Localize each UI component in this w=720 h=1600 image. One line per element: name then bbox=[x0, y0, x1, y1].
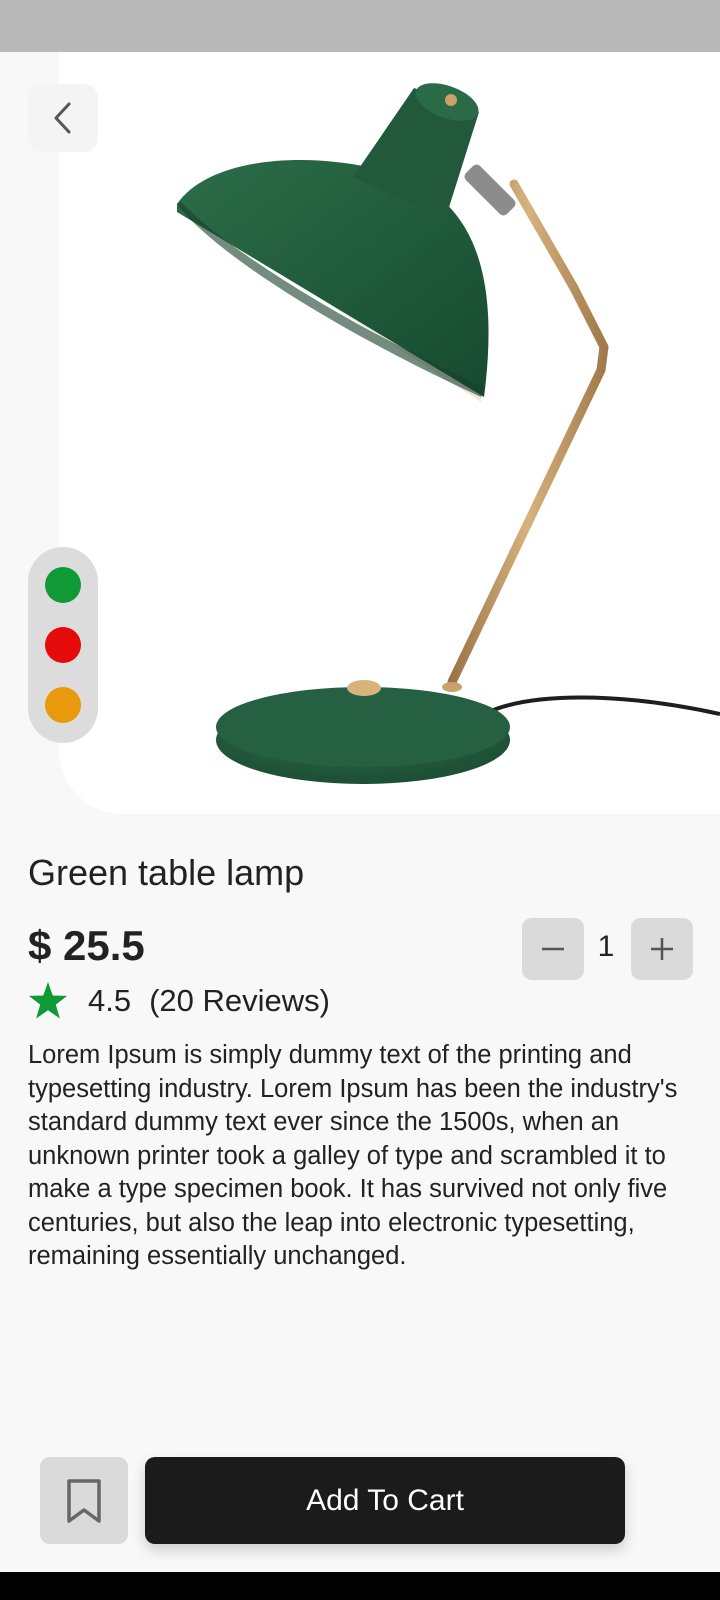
add-to-cart-button[interactable]: Add To Cart bbox=[145, 1457, 625, 1544]
minus-icon bbox=[542, 947, 564, 951]
star-icon bbox=[28, 982, 68, 1019]
bookmark-icon bbox=[67, 1478, 101, 1523]
product-title: Green table lamp bbox=[28, 852, 305, 893]
color-swatch-green[interactable] bbox=[45, 567, 81, 603]
status-bar bbox=[0, 0, 720, 52]
color-swatch-red[interactable] bbox=[45, 627, 81, 663]
product-price: $ 25.5 bbox=[28, 922, 145, 969]
quantity-value: 1 bbox=[597, 930, 615, 963]
color-picker bbox=[28, 547, 98, 743]
rating-row: 4.5 (20 Reviews) bbox=[28, 980, 330, 1022]
product-description: Lorem Ipsum is simply dummy text of the … bbox=[28, 1041, 678, 1270]
color-swatch-orange[interactable] bbox=[45, 687, 81, 723]
back-button[interactable] bbox=[28, 84, 98, 152]
plus-icon bbox=[651, 938, 673, 960]
system-nav-bar bbox=[0, 1572, 720, 1600]
chevron-left-icon bbox=[54, 102, 71, 134]
lamp-image bbox=[177, 83, 720, 784]
bookmark-button[interactable] bbox=[40, 1457, 128, 1544]
increment-button[interactable] bbox=[631, 918, 693, 980]
review-count: (20 Reviews) bbox=[149, 983, 330, 1018]
product-detail-screen: Green table lamp $ 25.5 1 4.5 (20 Review… bbox=[0, 0, 720, 1600]
product-image-panel bbox=[59, 52, 720, 814]
decrement-button[interactable] bbox=[522, 918, 584, 980]
rating-value: 4.5 bbox=[88, 983, 132, 1018]
